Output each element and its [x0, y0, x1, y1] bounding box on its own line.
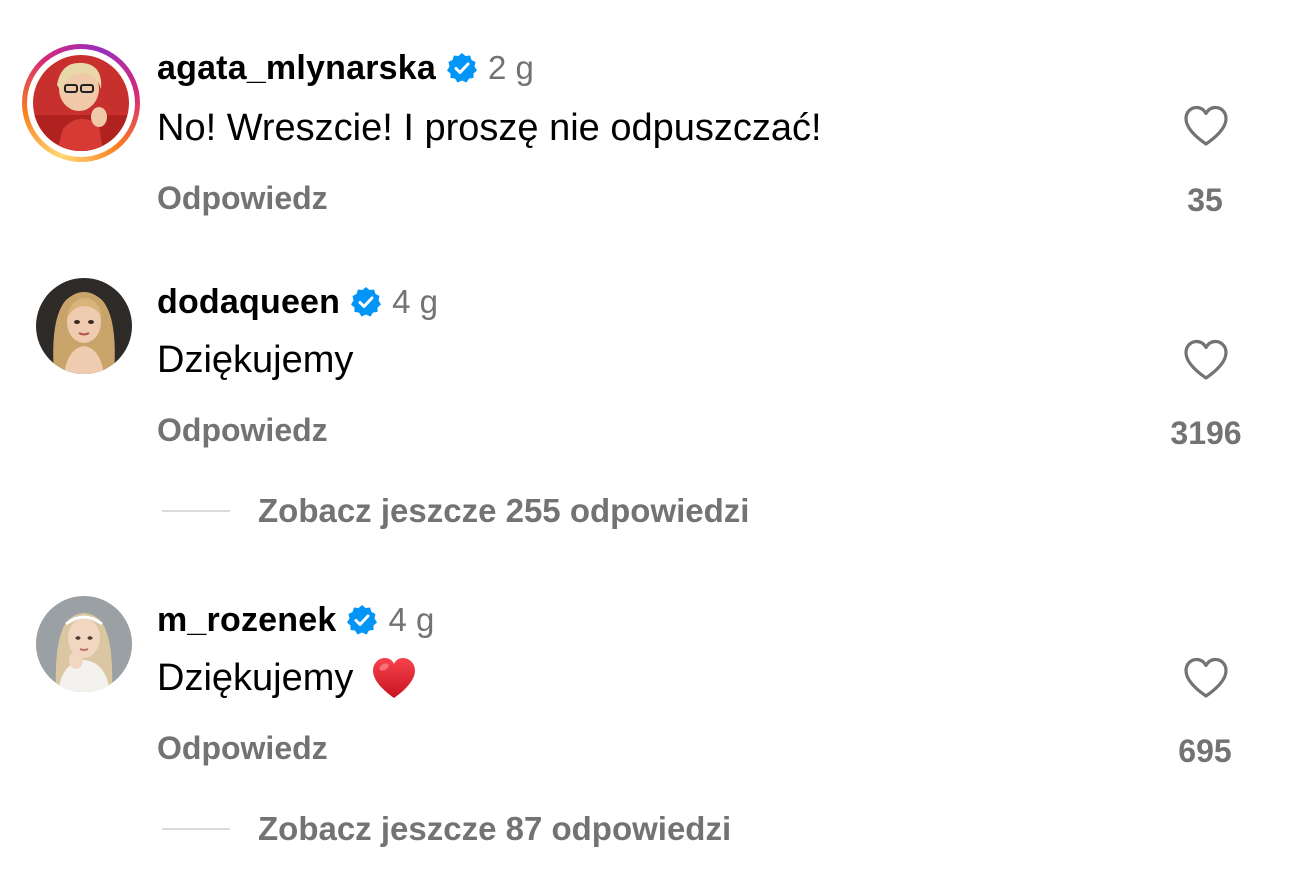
reply-button[interactable]: Odpowiedz [157, 412, 328, 449]
comment-time: 2 g [487, 49, 534, 86]
replies-divider-line [162, 828, 230, 830]
heart-icon[interactable] [1182, 104, 1230, 148]
comment-text: Dziękujemy [157, 336, 353, 384]
comment-time: 4 g [392, 283, 439, 320]
username[interactable]: dodaqueen [157, 283, 340, 322]
comment-item: m_rozenek 4 g Dziękujemy Odpowiedz 695 Z… [0, 560, 1290, 878]
verified-badge-icon [347, 605, 378, 635]
view-more-replies-button[interactable]: Zobacz jeszcze 87 odpowiedzi [162, 809, 731, 849]
avatar-doda-photo [36, 278, 132, 374]
avatar-agata-photo [33, 55, 129, 151]
view-more-replies-label: Zobacz jeszcze 255 odpowiedzi [258, 492, 750, 529]
comment-text-content: Dziękujemy [157, 338, 354, 381]
avatar[interactable] [33, 55, 129, 151]
comment-text-content: No! Wreszcie! I proszę nie odpuszczać! [157, 106, 822, 149]
comment-header: agata_mlynarska 2 g [157, 46, 534, 90]
view-more-replies-button[interactable]: Zobacz jeszcze 255 odpowiedzi [162, 491, 749, 531]
verified-badge-icon [446, 53, 477, 83]
comment-item: agata_mlynarska 2 g No! Wreszcie! I pros… [0, 0, 1290, 240]
view-more-replies-label: Zobacz jeszcze 87 odpowiedzi [258, 810, 732, 847]
avatar-rozenek-photo [36, 596, 132, 692]
avatar[interactable] [36, 596, 132, 692]
username[interactable]: m_rozenek [157, 601, 336, 640]
avatar[interactable] [36, 278, 132, 374]
like-count: 35 [1187, 182, 1223, 218]
comment-item: dodaqueen 4 g Dziękujemy Odpowiedz 3196 … [0, 240, 1290, 550]
heart-icon[interactable] [1182, 338, 1230, 382]
replies-divider-line [162, 510, 230, 512]
username[interactable]: agata_mlynarska [157, 49, 436, 88]
comment-header: dodaqueen 4 g [157, 280, 438, 324]
comment-time: 4 g [388, 601, 435, 638]
reply-button[interactable]: Odpowiedz [157, 180, 328, 217]
comment-header: m_rozenek 4 g [157, 598, 434, 642]
like-count: 695 [1178, 733, 1232, 769]
verified-badge-icon [351, 287, 382, 317]
comment-text: No! Wreszcie! I proszę nie odpuszczać! [157, 104, 822, 152]
like-count: 3196 [1170, 415, 1242, 451]
comment-text-content: Dziękujemy [157, 656, 354, 699]
heart-icon[interactable] [1182, 656, 1230, 700]
red-heart-emoji-icon [373, 658, 416, 698]
comment-text: Dziękujemy [157, 654, 417, 702]
reply-button[interactable]: Odpowiedz [157, 730, 328, 767]
